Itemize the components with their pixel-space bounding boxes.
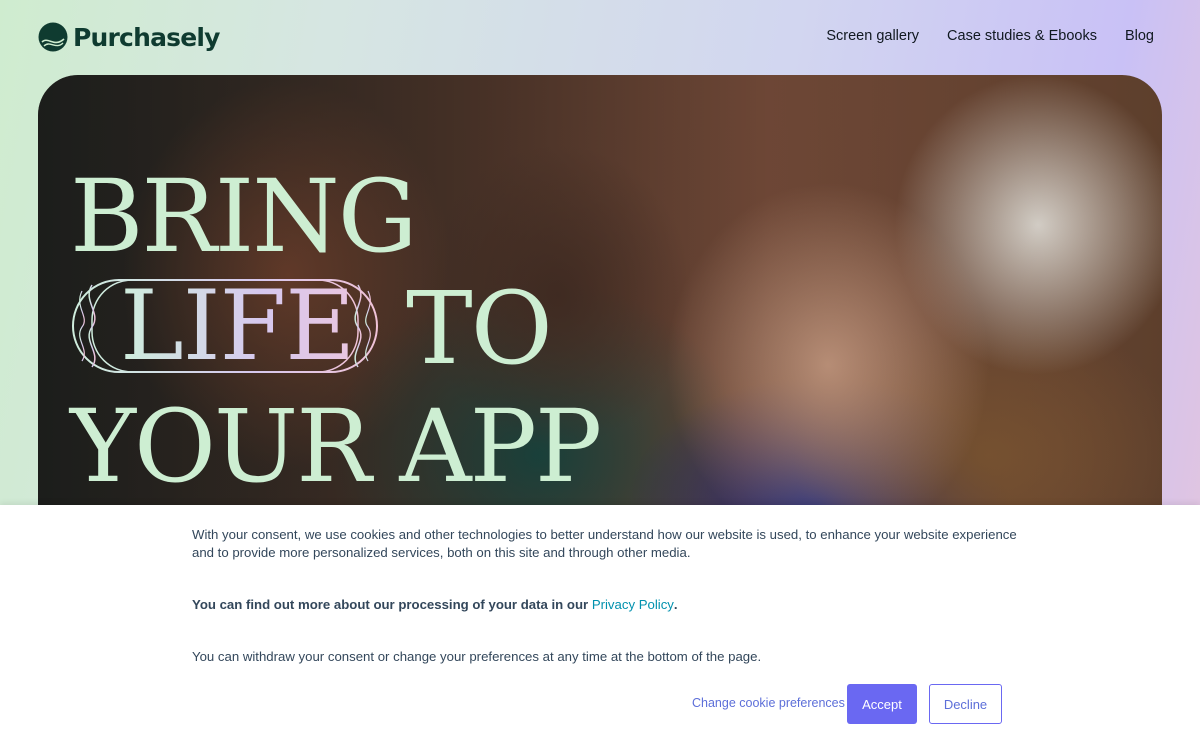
- nav-screen-gallery[interactable]: Screen gallery: [826, 28, 919, 44]
- logo[interactable]: Purchasely: [38, 22, 220, 52]
- consent-text-2-suffix: .: [673, 597, 678, 612]
- headline-line-1: BRING: [70, 158, 418, 275]
- headline-line-2: TO: [406, 270, 553, 387]
- headline-line-3: YOUR APP: [70, 388, 602, 505]
- consent-text-1: With your consent, we use cookies and ot…: [192, 527, 1017, 560]
- accept-button[interactable]: Accept: [847, 684, 917, 724]
- purchasely-logo-icon: [38, 22, 68, 52]
- consent-text-2-prefix: You can find out more about our processi…: [192, 597, 589, 612]
- cookie-consent-banner: With your consent, we use cookies and ot…: [0, 505, 1200, 750]
- change-cookie-preferences-link[interactable]: Change cookie preferences: [692, 696, 845, 710]
- headline-highlight: LIFE: [120, 270, 355, 382]
- life-pill: LIFE: [70, 277, 380, 375]
- brand-name: Purchasely: [73, 22, 220, 52]
- consent-text-2: You can find out more about our processi…: [192, 596, 1022, 614]
- hero-section: BRING LIFE TO YOUR APP: [38, 75, 1162, 515]
- consent-text-3: You can withdraw your consent or change …: [192, 649, 762, 664]
- decline-button[interactable]: Decline: [929, 684, 1002, 724]
- privacy-policy-link[interactable]: Privacy Policy: [592, 597, 674, 612]
- nav-case-studies[interactable]: Case studies & Ebooks: [947, 28, 1097, 44]
- nav-blog[interactable]: Blog: [1125, 28, 1154, 44]
- site-header: Purchasely Screen gallery Case studies &…: [0, 0, 1200, 75]
- main-nav: Screen gallery Case studies & Ebooks Blo…: [826, 28, 1154, 44]
